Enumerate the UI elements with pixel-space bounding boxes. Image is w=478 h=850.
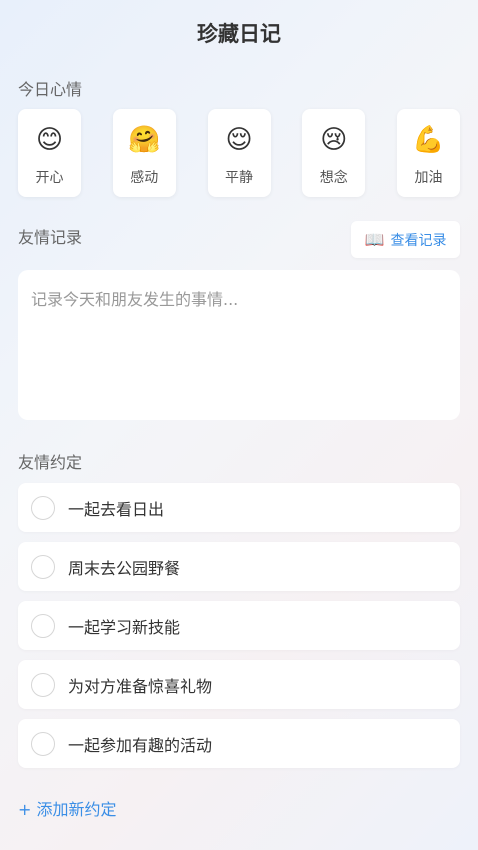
mood-label: 开心	[35, 170, 64, 186]
mood-happy-button[interactable]: 😊 开心	[18, 109, 81, 197]
promise-item[interactable]: 周末去公园野餐	[18, 542, 460, 591]
mood-label: 加油	[414, 170, 443, 186]
smile-icon: 😊	[35, 125, 64, 155]
checkbox-circle[interactable]	[31, 495, 55, 520]
hug-icon: 🤗	[128, 125, 161, 155]
page-title: 珍藏日记	[197, 22, 281, 46]
promise-text: 一起去看日出	[68, 499, 165, 519]
promise-item[interactable]: 一起学习新技能	[18, 601, 460, 650]
promise-text: 周末去公园野餐	[68, 558, 181, 578]
checkbox-circle[interactable]	[31, 672, 55, 697]
promise-item[interactable]: 为对方准备惊喜礼物	[18, 660, 460, 709]
mood-calm-button[interactable]: 😌 平静	[207, 109, 271, 197]
flexed-biceps-icon: 💪	[412, 125, 445, 155]
checkbox-circle[interactable]	[31, 731, 55, 756]
promise-text: 一起学习新技能	[68, 617, 181, 637]
promise-item[interactable]: 一起参加有趣的活动	[18, 719, 460, 768]
mood-section-label: 今日心情	[18, 80, 83, 99]
friendship-record-label: 友情记录	[18, 228, 83, 247]
promise-item[interactable]: 一起去看日出	[18, 483, 460, 532]
checkbox-circle[interactable]	[31, 554, 55, 579]
mood-label: 想念	[319, 170, 348, 186]
journal-textarea[interactable]	[18, 270, 460, 420]
mood-label: 平静	[225, 170, 253, 186]
promises-section-label: 友情约定	[18, 453, 83, 472]
mood-label: 感动	[130, 170, 159, 186]
checkbox-circle[interactable]	[31, 613, 55, 638]
promise-text: 为对方准备惊喜礼物	[68, 676, 213, 696]
mood-miss-button[interactable]: 😢 想念	[302, 109, 366, 197]
relieved-icon: 😌	[225, 125, 253, 155]
view-records-label: 查看记录	[390, 232, 447, 249]
mood-touched-button[interactable]: 🤗 感动	[112, 109, 176, 197]
add-promise-link[interactable]: + 添加新约定	[18, 796, 117, 820]
mood-cheer-button[interactable]: 💪 加油	[397, 109, 460, 197]
crying-icon: 😢	[320, 125, 348, 155]
book-icon: 📖	[364, 230, 385, 249]
view-records-button[interactable]: 📖 查看记录	[351, 221, 460, 258]
promise-text: 一起参加有趣的活动	[68, 735, 213, 755]
mood-selector: 😊 开心 🤗 感动 😌 平静 😢 想念 💪 加油	[18, 109, 460, 197]
promise-list: 一起去看日出 周末去公园野餐 一起学习新技能 为对方准备惊喜礼物 一起参加有趣的…	[18, 483, 460, 778]
